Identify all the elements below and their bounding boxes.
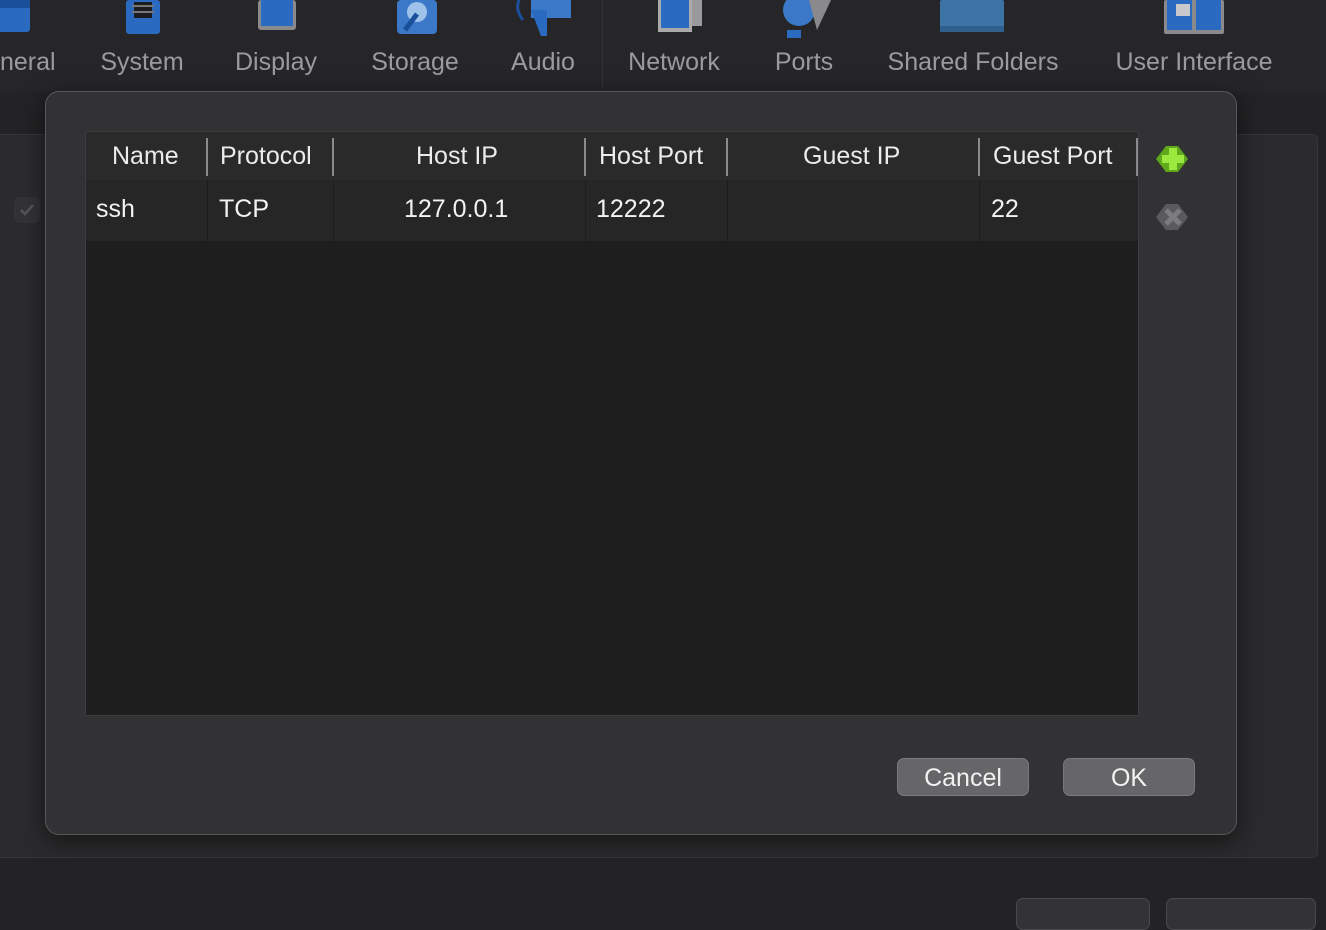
column-header-protocol[interactable]: Protocol [220, 132, 312, 180]
column-divider [206, 138, 208, 176]
column-header-name[interactable]: Name [112, 132, 179, 180]
toolbar-item-shared-folders[interactable]: Shared Folders [876, 0, 1070, 90]
cell-divider [333, 180, 334, 241]
toolbar-separator [602, 0, 603, 88]
cell-divider [727, 180, 728, 241]
ok-button[interactable]: OK [1063, 758, 1195, 796]
cell-protocol[interactable]: TCP [219, 180, 269, 241]
table-row[interactable]: ssh TCP 127.0.0.1 12222 22 [86, 180, 1138, 241]
shared-folder-icon [940, 0, 1004, 32]
cell-divider [585, 180, 586, 241]
cell-divider [207, 180, 208, 241]
cancel-button[interactable]: Cancel [897, 758, 1029, 796]
toolbar-item-storage[interactable]: Storage [360, 0, 470, 90]
port-forwarding-table: Name Protocol Host IP Host Port Guest IP… [85, 131, 1139, 716]
column-header-host-ip[interactable]: Host IP [416, 132, 498, 180]
toolbar-label-audio: Audio [511, 48, 575, 76]
toolbar-label-storage: Storage [371, 48, 459, 76]
toolbar-item-system[interactable]: System [92, 0, 192, 90]
toolbar-item-display[interactable]: Display [226, 0, 326, 90]
column-header-guest-ip[interactable]: Guest IP [803, 132, 900, 180]
toolbar-label-shared-folders: Shared Folders [887, 48, 1059, 76]
user-interface-icon [1164, 0, 1224, 34]
column-divider [584, 138, 586, 176]
toolbar-item-general[interactable]: neral [0, 0, 60, 90]
remove-rule-icon [1156, 204, 1188, 230]
cell-host-port[interactable]: 12222 [596, 180, 666, 241]
port-forwarding-dialog: Name Protocol Host IP Host Port Guest IP… [45, 91, 1237, 835]
remove-rule-button[interactable] [1154, 198, 1192, 236]
column-header-host-port[interactable]: Host Port [599, 132, 703, 180]
column-divider [332, 138, 334, 176]
toolbar-item-network[interactable]: Network [616, 0, 732, 90]
toolbar-label-ports: Ports [774, 48, 834, 76]
column-divider [1136, 138, 1138, 176]
column-divider [978, 138, 980, 176]
settings-toolbar: neral System Display Storage Audio Netwo… [0, 0, 1326, 92]
toolbar-item-audio[interactable]: Audio [500, 0, 586, 90]
toolbar-item-user-interface[interactable]: User Interface [1100, 0, 1288, 90]
toolbar-label-display: Display [235, 48, 317, 76]
storage-disk-icon [397, 0, 437, 34]
ports-plug-icon [783, 0, 831, 38]
add-rule-button[interactable] [1154, 140, 1192, 178]
general-icon [0, 0, 30, 32]
cell-host-ip[interactable]: 127.0.0.1 [404, 180, 508, 241]
cell-guest-port[interactable]: 22 [991, 180, 1019, 241]
checkmark-icon [20, 204, 34, 216]
background-checkbox[interactable] [14, 197, 40, 223]
add-rule-icon [1156, 146, 1188, 172]
toolbar-item-ports[interactable]: Ports [760, 0, 848, 90]
network-icon [658, 0, 702, 32]
audio-speaker-icon [516, 0, 571, 36]
column-header-guest-port[interactable]: Guest Port [993, 132, 1113, 180]
cell-divider [979, 180, 980, 241]
toolbar-label-network: Network [628, 48, 720, 76]
background-button-right[interactable] [1166, 898, 1316, 930]
display-monitor-icon [258, 0, 296, 30]
cell-name[interactable]: ssh [96, 180, 135, 241]
column-divider [726, 138, 728, 176]
toolbar-label-general: neral [0, 48, 56, 76]
table-header: Name Protocol Host IP Host Port Guest IP… [86, 132, 1138, 180]
toolbar-label-system: System [100, 48, 184, 76]
toolbar-label-user-interface: User Interface [1115, 48, 1273, 76]
background-button-left[interactable] [1016, 898, 1150, 930]
system-chip-icon [126, 0, 160, 34]
